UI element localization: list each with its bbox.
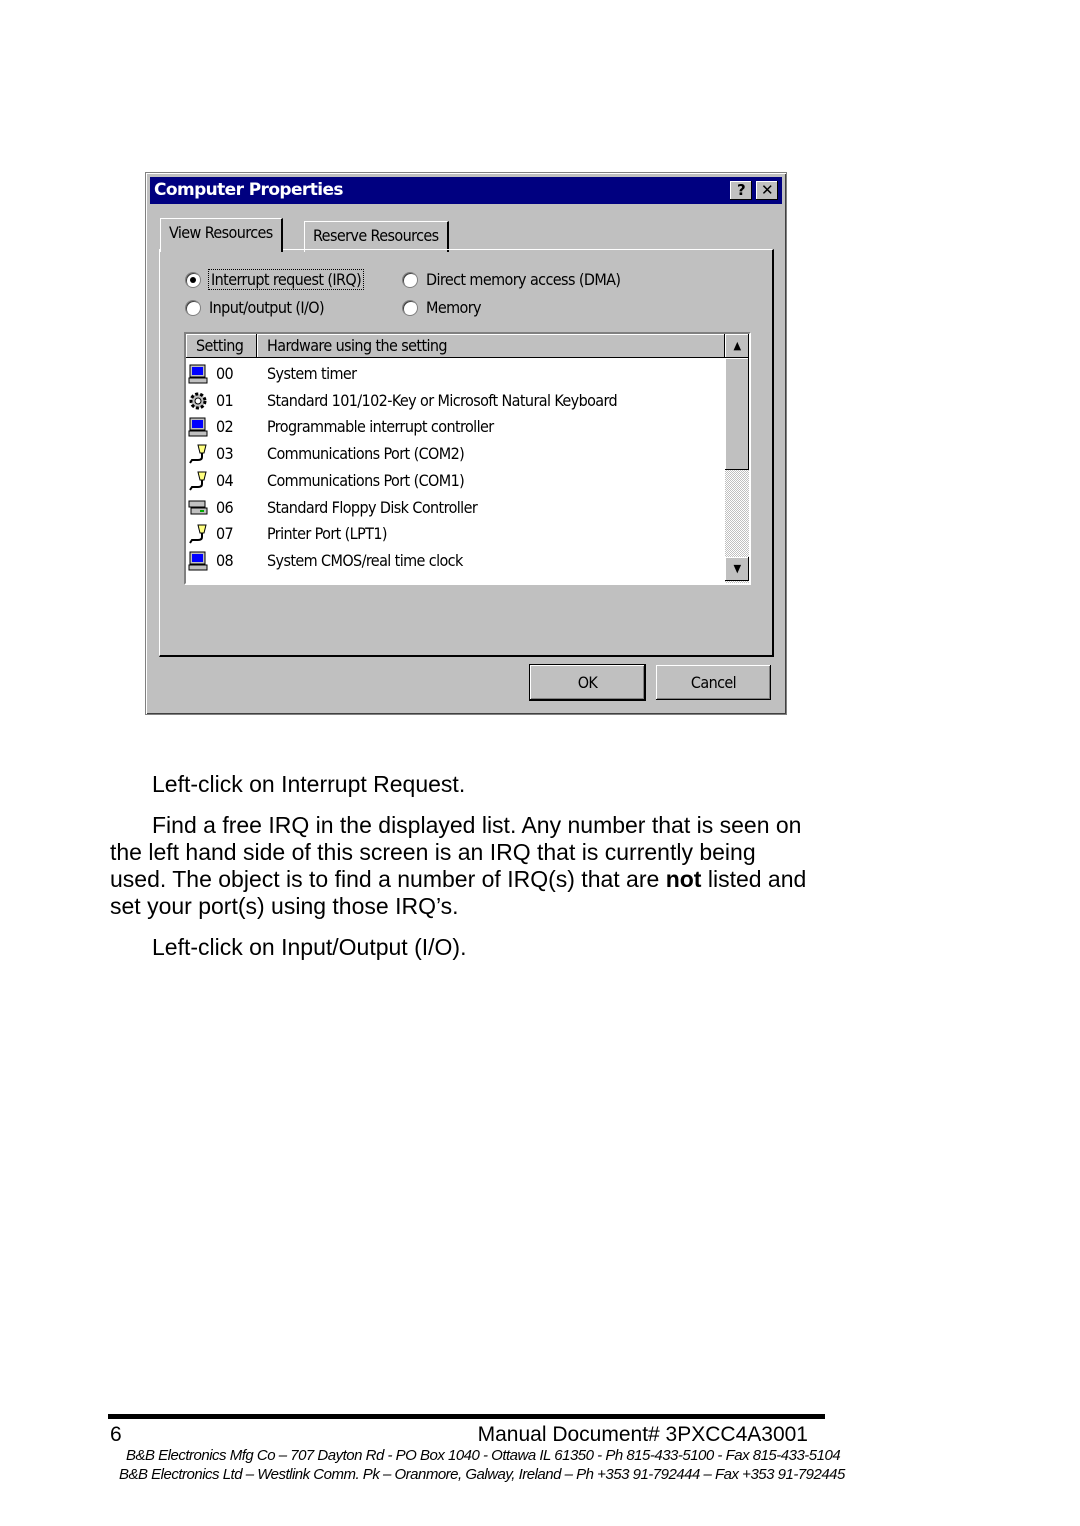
radio-circle[interactable] xyxy=(402,299,418,316)
setting-cell: 08 xyxy=(216,550,234,570)
column-header-setting[interactable]: Setting xyxy=(186,334,257,358)
list-row[interactable]: 01 Standard 101/102-Key or Microsoft Natu… xyxy=(186,388,725,414)
paragraph-io: Left-click on Input/Output (I/O). xyxy=(152,934,467,960)
paragraph-line: set your port(s) using those IRQ’s. xyxy=(110,893,459,919)
hardware-cell: System CMOS/real time clock xyxy=(267,550,463,570)
computer-properties-dialog: Computer Properties ? ✕ View Resources R… xyxy=(145,172,787,715)
setting-cell: 00 xyxy=(216,364,234,383)
title-bar: Computer Properties ? ✕ xyxy=(150,177,782,204)
list-row[interactable]: 04 Communications Port (COM1) xyxy=(186,468,725,494)
list-row[interactable]: 00 System timer xyxy=(186,361,725,387)
list-row[interactable]: 08 System CMOS/real time clock xyxy=(186,548,725,574)
radio-circle[interactable] xyxy=(185,299,201,316)
column-header-hardware[interactable]: Hardware using the setting xyxy=(257,334,725,358)
document-page: Computer Properties ? ✕ View Resources R… xyxy=(0,0,1080,1526)
paragraph-line: Find a free IRQ in the displayed list. A… xyxy=(152,812,802,838)
floppy-controller-icon xyxy=(188,498,208,518)
tab-view-resources[interactable]: View Resources xyxy=(160,218,283,252)
text: used. The object is to find a number of … xyxy=(110,866,666,892)
scroll-thumb[interactable] xyxy=(725,358,749,470)
port-icon xyxy=(188,524,208,544)
radio-dma[interactable]: Direct memory access (DMA) xyxy=(402,270,621,289)
hardware-cell: Communications Port (COM2) xyxy=(267,444,465,464)
port-icon xyxy=(188,444,208,464)
help-button[interactable]: ? xyxy=(730,181,752,200)
footer-address-ireland: B&B Electronics Ltd – Westlink Comm. Pk … xyxy=(119,1466,845,1483)
vertical-scrollbar[interactable]: ▲ ▼ xyxy=(725,334,749,583)
footer-divider xyxy=(108,1414,825,1419)
hardware-cell: Standard 101/102-Key or Microsoft Natura… xyxy=(267,390,618,410)
radio-label: Memory xyxy=(426,298,482,317)
hardware-cell: Communications Port (COM1) xyxy=(267,470,465,490)
radio-circle[interactable] xyxy=(185,271,201,288)
paragraph-line: used. The object is to find a number of … xyxy=(110,866,806,893)
paragraph-interrupt: Left-click on Interrupt Request. xyxy=(152,771,466,797)
radio-label: Direct memory access (DMA) xyxy=(426,270,621,289)
list-row[interactable]: 06 Standard Floppy Disk Controller xyxy=(186,495,725,521)
radio-label: Interrupt request (IRQ) xyxy=(207,269,365,290)
radio-io[interactable]: Input/output (I/O) xyxy=(185,298,325,317)
scroll-down-arrow-icon[interactable]: ▼ xyxy=(725,557,749,581)
scroll-up-arrow-icon[interactable]: ▲ xyxy=(725,334,749,358)
list-row[interactable]: 03 Communications Port (COM2) xyxy=(186,441,725,467)
list-row[interactable]: 02 Programmable interrupt controller xyxy=(186,414,725,440)
emphasis-not: not xyxy=(665,866,702,892)
setting-cell: 06 xyxy=(216,497,234,517)
document-number: Manual Document# 3PXCC4A3001 xyxy=(477,1423,808,1446)
ok-button[interactable]: OK xyxy=(529,664,646,701)
resource-list[interactable]: Setting Hardware using the setting 00 Sys… xyxy=(184,332,751,585)
dialog-title: Computer Properties xyxy=(154,180,344,200)
setting-cell: 04 xyxy=(216,470,234,490)
setting-cell: 07 xyxy=(216,524,234,544)
hardware-cell: System timer xyxy=(267,364,357,383)
cancel-button[interactable]: Cancel xyxy=(656,665,771,700)
computer-icon xyxy=(188,551,208,571)
tab-reserve-resources[interactable]: Reserve Resources xyxy=(304,221,449,252)
page-number: 6 xyxy=(110,1423,122,1446)
setting-cell: 03 xyxy=(216,444,234,464)
port-icon xyxy=(188,471,208,491)
keyboard-icon xyxy=(188,391,208,411)
text: listed and xyxy=(701,866,807,892)
computer-icon xyxy=(188,417,208,437)
hardware-cell: Printer Port (LPT1) xyxy=(267,524,388,544)
radio-irq[interactable]: Interrupt request (IRQ) xyxy=(185,269,365,290)
hardware-cell: Standard Floppy Disk Controller xyxy=(267,497,478,517)
computer-icon xyxy=(188,364,208,384)
paragraph-line: the left hand side of this screen is an … xyxy=(110,839,756,865)
setting-cell: 01 xyxy=(216,390,234,410)
close-button[interactable]: ✕ xyxy=(756,181,778,200)
radio-label: Input/output (I/O) xyxy=(209,298,325,317)
hardware-cell: Programmable interrupt controller xyxy=(267,417,494,437)
setting-cell: 02 xyxy=(216,417,234,437)
footer-address-us: B&B Electronics Mfg Co – 707 Dayton Rd -… xyxy=(126,1447,841,1464)
radio-memory[interactable]: Memory xyxy=(402,298,482,317)
list-row[interactable]: 07 Printer Port (LPT1) xyxy=(186,521,725,547)
radio-circle[interactable] xyxy=(402,271,418,288)
